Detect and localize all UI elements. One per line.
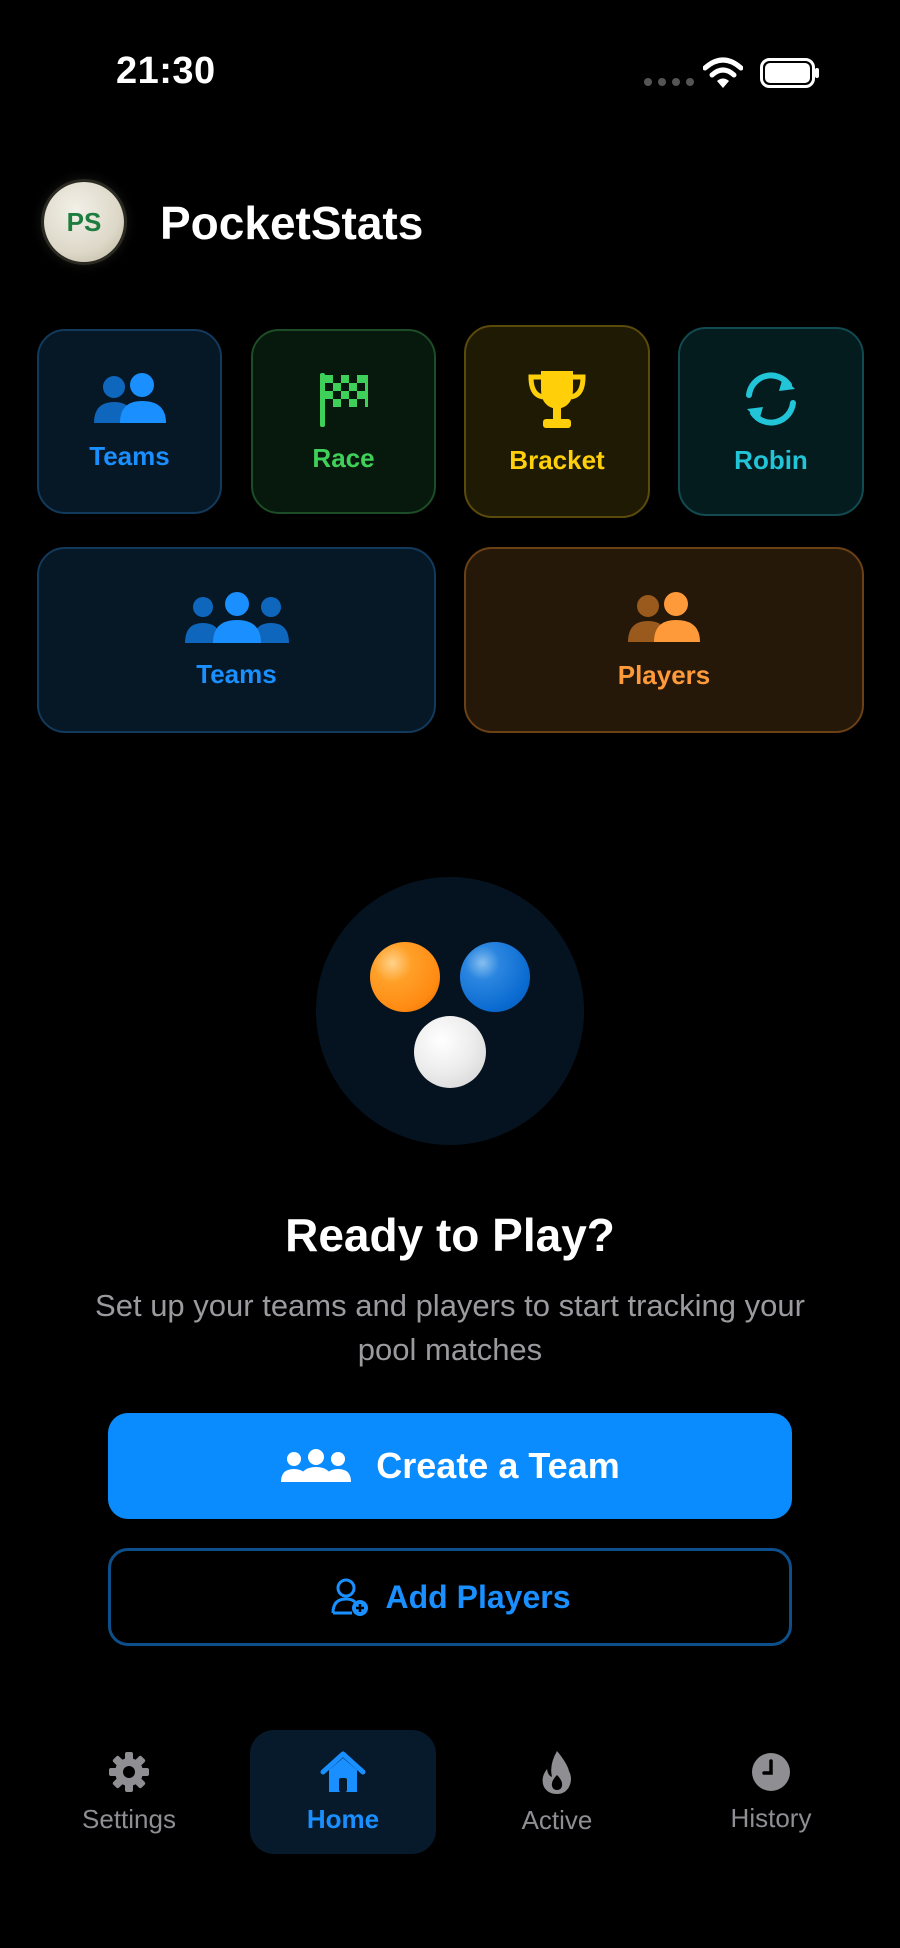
trophy-icon — [528, 371, 586, 428]
add-players-button[interactable]: Add Players — [108, 1548, 792, 1646]
cue-ball-icon — [414, 1016, 486, 1088]
tile-players[interactable]: Players — [464, 547, 864, 733]
tile-label: Players — [617, 659, 711, 690]
hero-illustration — [316, 877, 584, 1145]
battery-icon — [760, 58, 819, 88]
status-time: 21:30 — [116, 50, 216, 92]
add-person-icon — [331, 1578, 368, 1616]
tab-label: Home — [306, 1803, 380, 1834]
cellular-signal-icon — [644, 78, 694, 86]
tab-settings[interactable]: Settings — [36, 1730, 222, 1854]
create-team-label: Create a Team — [376, 1445, 620, 1486]
group-icon — [184, 591, 289, 643]
tile-teams-wide[interactable]: Teams — [37, 547, 436, 733]
two-people-icon — [93, 373, 166, 423]
rotate-arrows-icon — [746, 372, 796, 426]
hero-subtitle: Set up your teams and players to start t… — [95, 1288, 805, 1367]
tab-label: Active — [521, 1804, 593, 1835]
tab-label: History — [730, 1802, 812, 1833]
tab-label: Settings — [82, 1803, 176, 1834]
blue-ball-icon — [460, 942, 530, 1012]
tile-label: Teams — [196, 658, 277, 689]
tile-race[interactable]: Race — [251, 329, 436, 514]
tile-label: Bracket — [509, 445, 605, 475]
flame-icon — [542, 1750, 571, 1794]
two-people-icon — [628, 591, 700, 642]
avatar[interactable]: PS — [44, 182, 124, 262]
tile-label: Teams — [89, 441, 170, 471]
tab-home[interactable]: Home — [250, 1730, 436, 1854]
avatar-initials: PS — [66, 206, 102, 237]
tile-robin[interactable]: Robin — [678, 327, 864, 516]
checkered-flag-icon — [319, 373, 368, 427]
hero-title: Ready to Play? — [285, 1209, 615, 1261]
tab-active[interactable]: Active — [464, 1730, 650, 1854]
orange-ball-icon — [370, 942, 440, 1012]
house-icon — [320, 1751, 366, 1792]
add-players-label: Add Players — [385, 1578, 571, 1615]
gear-icon — [109, 1751, 149, 1792]
tile-teams[interactable]: Teams — [37, 329, 222, 514]
create-team-button[interactable]: Create a Team — [108, 1413, 792, 1519]
group-icon — [281, 1449, 352, 1482]
tab-history[interactable]: History — [678, 1730, 864, 1854]
wifi-icon — [703, 57, 743, 88]
clock-icon — [752, 1752, 790, 1791]
app-title: PocketStats — [160, 197, 424, 249]
tile-label: Race — [312, 443, 375, 473]
tile-bracket[interactable]: Bracket — [464, 325, 650, 518]
tile-label: Robin — [734, 445, 808, 475]
